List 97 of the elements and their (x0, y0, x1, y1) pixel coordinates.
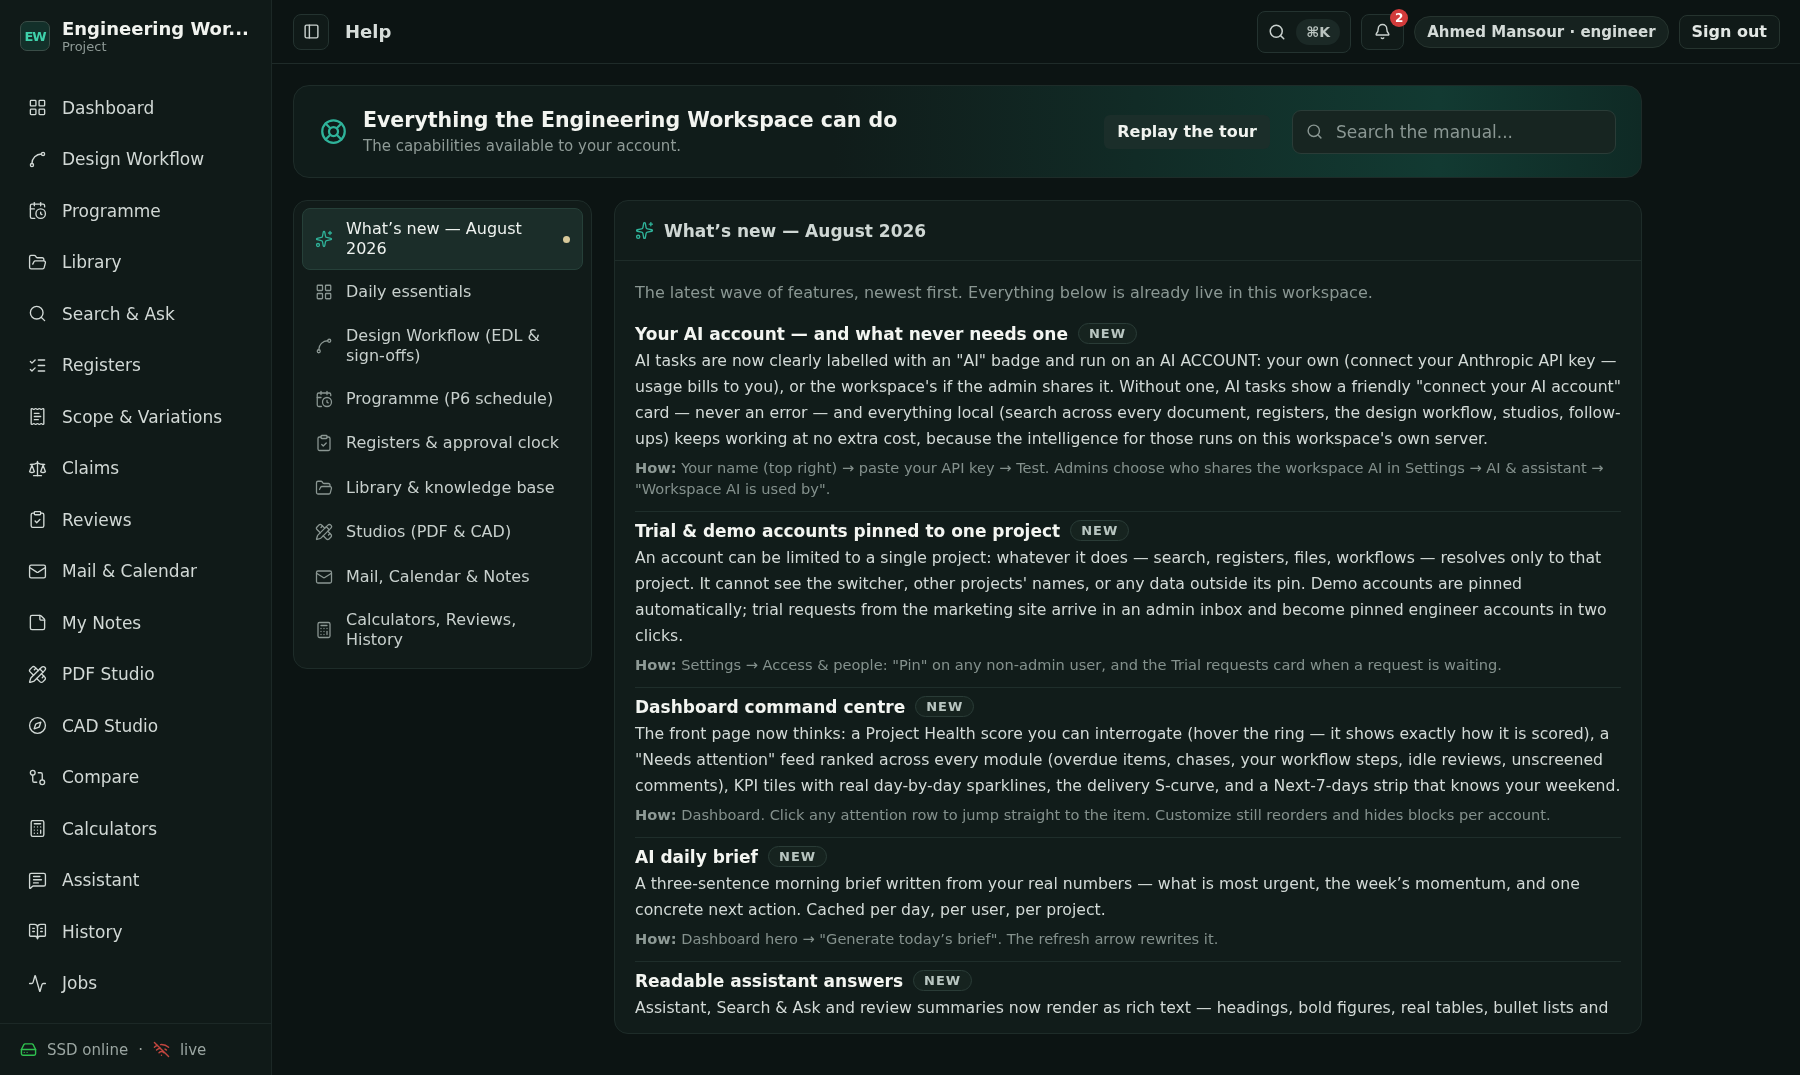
article-intro: The latest wave of features, newest first. Everything below is already live in this workspace. (635, 282, 1374, 304)
sidebar-item[interactable]: Search & Ask (16, 288, 255, 340)
feature-title: Your AI account — and what never needs one (635, 323, 1068, 344)
how-to-note: How: Settings → Access & people: "Pin" on any non-admin user, and the Trial requests card when a request is waiting. (635, 655, 1503, 675)
how-to-note: How: Dashboard hero → "Generate today’s brief". The refresh arrow rewrites it. (635, 929, 1220, 949)
sidebar-item[interactable]: Mail & Calendar (16, 545, 255, 597)
feature-title: Readable assistant answers (635, 970, 903, 991)
search-button[interactable]: ⌘K (1257, 10, 1352, 53)
sidebar-item[interactable]: Claims (16, 442, 255, 494)
help-subtitle: The capabilities available to your account. (363, 137, 683, 155)
feature-description: Assistant, Search & Ask and review summaries now render as rich text — headings, bold figures, real tables, bullet lists and (635, 997, 1610, 1019)
lifebuoy-icon (320, 118, 347, 145)
sidebar-item[interactable]: Library (16, 236, 255, 288)
note-icon (28, 613, 47, 633)
calendar-clock-icon (28, 201, 47, 221)
feature-description: An account can be limited to a single project: whatever it does — search, registers, files, workflows — resolves only to that project. It cannot see the switcher, other projects' names, or any data outside its pin. Demo accounts are pinned automatically; trial requests from the marketing site arrive in an admin inbox and become pinned engineer accounts in two clicks. (635, 547, 1608, 647)
feature-description: The front page now thinks: a Project Health score you can interrogate (hover the ring — it shows exactly how it is scored), a "Needs attention" feed ranked across every module (overdue items, chases, your workflow steps, idle reviews, unscreened comments), KPI tiles with real day-by-day sparklines, the delivery S-curve, and a Next-7-days strip that knows your weekend. (635, 723, 1621, 797)
folder-icon (28, 252, 47, 272)
sidebar-item[interactable]: PDF Studio (16, 648, 255, 700)
current-dot (563, 235, 570, 243)
new-badge: NEW (768, 846, 828, 867)
sidebar-item[interactable]: CAD Studio (16, 700, 255, 752)
sidebar-item[interactable]: Design Workflow (16, 133, 255, 185)
sidebar-item[interactable]: Programme (16, 185, 255, 237)
user-menu[interactable]: Ahmed Mansour · engineer (1414, 15, 1669, 48)
sidebar-item[interactable]: Calculators (16, 803, 255, 855)
sidebar-item[interactable]: Dashboard (16, 82, 255, 134)
sign-out-button[interactable]: Sign out (1678, 14, 1780, 49)
notification-count: 2 (1390, 8, 1409, 27)
bell-icon (1374, 23, 1392, 40)
calculator-icon (28, 819, 47, 839)
search-icon (28, 304, 47, 324)
calendar-clock-icon (315, 389, 333, 408)
sidebar-item[interactable]: Scope & Variations (16, 391, 255, 443)
feature-title: Trial & demo accounts pinned to one project (635, 520, 1061, 541)
scale-icon (28, 458, 47, 478)
curve-icon (315, 336, 333, 355)
mail-icon (315, 567, 333, 586)
topic-item[interactable]: Mail, Calendar & Notes (302, 554, 583, 599)
sidebar-toggle-button[interactable] (293, 13, 329, 50)
new-badge: NEW (1070, 520, 1130, 541)
calculator-icon (315, 621, 333, 639)
replay-tour-button[interactable]: Replay the tour (1104, 114, 1270, 149)
clipboard-icon (315, 434, 333, 453)
grid-icon (315, 283, 333, 302)
pencil-ruler-icon (315, 523, 333, 542)
sidebar-item[interactable]: My Notes (16, 597, 255, 649)
sparkle-icon (315, 230, 333, 248)
sidebar-item[interactable]: Jobs (16, 957, 255, 1009)
feature-title: AI daily brief (635, 846, 758, 867)
topic-item[interactable]: Design Workflow (EDL & sign-offs) (302, 314, 583, 377)
sidebar-panel-icon (302, 23, 320, 40)
how-to-note: How: Dashboard. Click any attention row to jump straight to the item. Customize still reorders and hides blocks per account. (635, 805, 1552, 825)
pulse-icon (28, 973, 47, 993)
new-badge: NEW (913, 970, 973, 991)
feature-description: AI tasks are now clearly labelled with an "AI" badge and run on an AI ACCOUNT: your own (connect your Anthropic API key — usage bills to you), or the workspace's if the admin shares it. Without one, AI tasks show a friendly "connect your AI account" card — never an error — and everything local (search across every document, registers, the design workflow, studios, follow-ups) keeps working at no extra cost, because the intelligence for those runs on this workspace's own server. (635, 350, 1621, 450)
live-status: live (179, 1040, 207, 1059)
how-to-note: How: Your name (top right) → paste your API key → Test. Admins choose who shares the workspace AI in Settings → AI & assistant → "Workspace AI is used by". (635, 458, 1605, 499)
storage-status: SSD online (47, 1040, 129, 1059)
logo: EW (20, 21, 50, 51)
topic-item[interactable]: What’s new — August 2026 (302, 208, 583, 270)
manual-search-field[interactable]: Search the manual... (1292, 109, 1616, 154)
new-badge: NEW (1077, 323, 1138, 344)
topic-item[interactable]: Calculators, Reviews, History (302, 599, 583, 661)
pencil-ruler-icon (28, 664, 47, 684)
sidebar-item[interactable]: Assistant (16, 854, 255, 906)
search-icon (1268, 22, 1287, 41)
topic-item[interactable]: Studios (PDF & CAD) (302, 510, 583, 555)
book-icon (28, 922, 47, 942)
curve-icon (28, 149, 47, 169)
workspace-name: Engineering Wor... (62, 18, 249, 39)
workspace-subtitle: Project (62, 39, 108, 54)
clipboard-icon (28, 510, 47, 530)
compass-icon (28, 716, 47, 736)
feature-title: Dashboard command centre (635, 696, 906, 717)
page-title: Help (345, 21, 393, 42)
folder-icon (315, 478, 333, 497)
sparkle-icon (635, 221, 654, 240)
sidebar-item[interactable]: History (16, 906, 255, 958)
new-badge: NEW (915, 696, 975, 717)
separator: · (138, 1040, 143, 1059)
shortcut-key: ⌘K (1296, 18, 1341, 45)
mail-icon (28, 561, 47, 581)
receipt-icon (28, 407, 47, 427)
sidebar-item[interactable]: Compare (16, 751, 255, 803)
topic-item[interactable]: Programme (P6 schedule) (302, 376, 583, 421)
article-title: What’s new — August 2026 (664, 220, 927, 241)
topic-item[interactable]: Library & knowledge base (302, 465, 583, 510)
help-title: Everything the Engineering Workspace can do (363, 108, 898, 132)
sidebar-item[interactable]: Registers (16, 339, 255, 391)
grid-icon (28, 98, 47, 118)
topic-item[interactable]: Registers & approval clock (302, 421, 583, 466)
feature-description: A three-sentence morning brief written from your real numbers — what is most urgent, the week’s momentum, and one concrete next action. Cached per day, per user, per project. (635, 873, 1581, 921)
compare-icon (28, 767, 47, 787)
sidebar-item[interactable]: Reviews (16, 494, 255, 546)
chat-icon (28, 870, 47, 890)
topic-item[interactable]: Daily essentials (302, 270, 583, 315)
